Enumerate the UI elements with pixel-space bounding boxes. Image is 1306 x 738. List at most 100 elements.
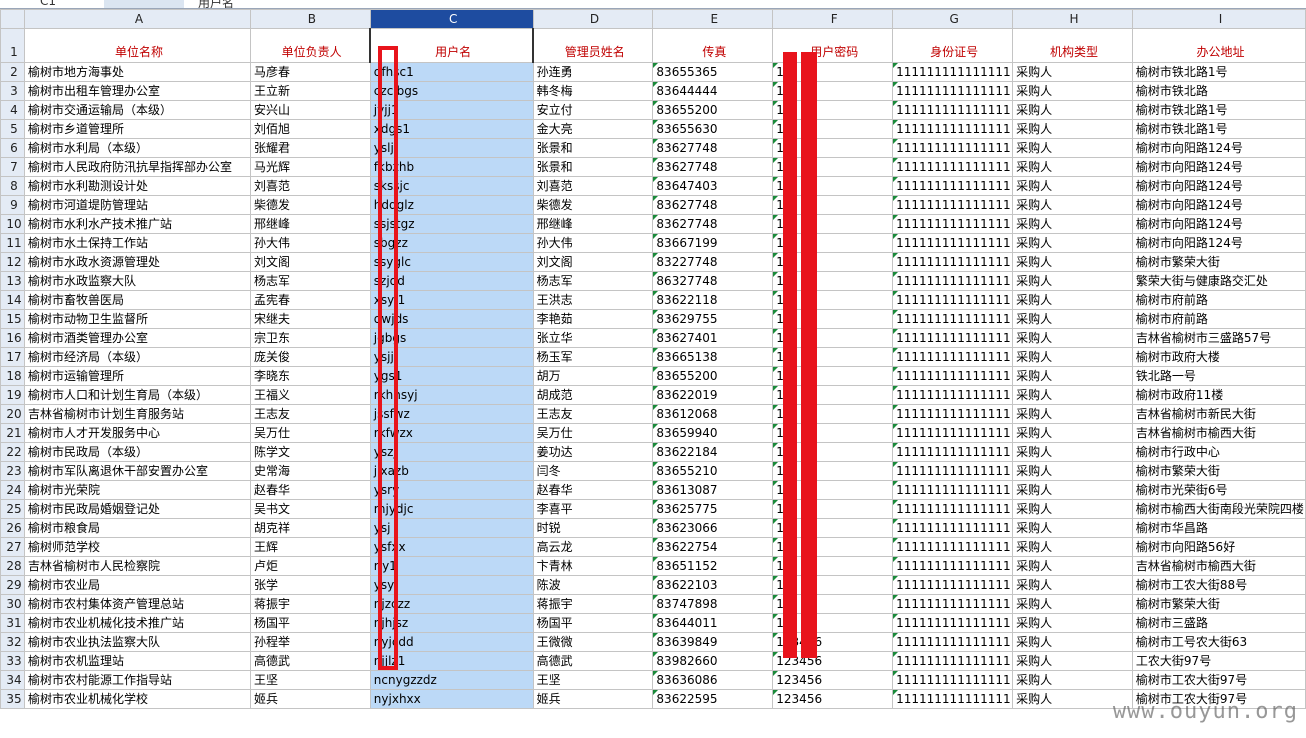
cell-g[interactable]: 111111111111111 [892, 138, 1014, 158]
cell-d[interactable]: 王坚 [532, 670, 654, 690]
cell-a[interactable]: 榆树市水政水资源管理处 [23, 252, 251, 272]
row-header[interactable]: 15 [0, 309, 25, 329]
row-header[interactable]: 8 [0, 176, 25, 196]
cell-h[interactable]: 采购人 [1012, 347, 1133, 367]
cell-a[interactable]: 榆树市河道堤防管理站 [23, 195, 251, 215]
cell-e[interactable]: 83665138 [652, 347, 774, 367]
cell-i[interactable]: 榆树市府前路 [1131, 290, 1306, 310]
cell-h[interactable]: 采购人 [1012, 423, 1133, 443]
cell-d[interactable]: 陈波 [532, 575, 654, 595]
cell-h[interactable]: 采购人 [1012, 442, 1133, 462]
cell-c[interactable]: nyjxhxx [369, 689, 534, 709]
row-header[interactable]: 1 [0, 28, 25, 63]
cell-d[interactable]: 李喜平 [532, 499, 654, 519]
cell-e[interactable]: 83622754 [652, 537, 774, 557]
column-header-b[interactable]: B [249, 9, 371, 29]
cell-d[interactable]: 胡万 [532, 366, 654, 386]
cell-g[interactable]: 111111111111111 [892, 442, 1014, 462]
cell-g[interactable]: 111111111111111 [892, 119, 1014, 139]
cell-e[interactable]: 83627748 [652, 214, 774, 234]
cell-d[interactable]: 杨国平 [532, 613, 654, 633]
cell-a[interactable]: 榆树市畜牧兽医局 [23, 290, 251, 310]
cell-e[interactable]: 83667199 [652, 233, 774, 253]
cell-h[interactable]: 采购人 [1012, 537, 1133, 557]
cell-b[interactable]: 宗卫东 [249, 328, 371, 348]
cell-e[interactable]: 83647403 [652, 176, 774, 196]
cell-e[interactable]: 83613087 [652, 480, 774, 500]
cell-h[interactable]: 采购人 [1012, 62, 1133, 82]
cell-b[interactable]: 吴万仕 [249, 423, 371, 443]
cell-e[interactable]: 83627748 [652, 195, 774, 215]
cell-d[interactable]: 杨玉军 [532, 347, 654, 367]
cell-d[interactable]: 张立华 [532, 328, 654, 348]
row-header[interactable]: 13 [0, 271, 25, 291]
cell-g[interactable]: 111111111111111 [892, 537, 1014, 557]
cell-b[interactable]: 史常海 [249, 461, 371, 481]
column-header-a[interactable]: A [23, 9, 251, 29]
cell-h[interactable]: 采购人 [1012, 252, 1133, 272]
cell-a[interactable]: 榆树市民政局（本级） [23, 442, 251, 462]
cell-a[interactable]: 榆树市水利勘测设计处 [23, 176, 251, 196]
cell-e[interactable]: 83636086 [652, 670, 774, 690]
column-header-h[interactable]: H [1012, 9, 1133, 29]
cell-h[interactable]: 采购人 [1012, 290, 1133, 310]
cell-b[interactable]: 王立新 [249, 81, 371, 101]
column-header-g[interactable]: G [892, 9, 1014, 29]
cell-i[interactable]: 榆树市向阳路124号 [1131, 233, 1306, 253]
row-header[interactable]: 4 [0, 100, 25, 120]
cell-g[interactable]: 111111111111111 [892, 214, 1014, 234]
cell-d[interactable]: 金大亮 [532, 119, 654, 139]
cell-g[interactable]: 111111111111111 [892, 195, 1014, 215]
cell-h[interactable]: 采购人 [1012, 81, 1133, 101]
cell-b[interactable]: 姬兵 [249, 689, 371, 709]
cell-b[interactable]: 安兴山 [249, 100, 371, 120]
row-header[interactable]: 14 [0, 290, 25, 310]
cell-d[interactable]: 高德武 [532, 651, 654, 671]
header-cell[interactable]: 身份证号 [892, 28, 1014, 63]
cell-d[interactable]: 张景和 [532, 157, 654, 177]
cell-b[interactable]: 高德武 [249, 651, 371, 671]
cell-d[interactable]: 邢继峰 [532, 214, 654, 234]
cell-e[interactable]: 83747898 [652, 594, 774, 614]
cell-g[interactable]: 111111111111111 [892, 100, 1014, 120]
cell-h[interactable]: 采购人 [1012, 556, 1133, 576]
cell-b[interactable]: 宋继夫 [249, 309, 371, 329]
cell-b[interactable]: 张学 [249, 575, 371, 595]
cell-h[interactable]: 采购人 [1012, 404, 1133, 424]
cell-g[interactable]: 111111111111111 [892, 252, 1014, 272]
cell-h[interactable]: 采购人 [1012, 385, 1133, 405]
cell-e[interactable]: 83639849 [652, 632, 774, 652]
cell-h[interactable]: 采购人 [1012, 328, 1133, 348]
cell-b[interactable]: 王坚 [249, 670, 371, 690]
cell-g[interactable]: 111111111111111 [892, 309, 1014, 329]
header-cell[interactable]: 管理员姓名 [532, 28, 654, 63]
cell-a[interactable]: 榆树市人口和计划生育局（本级） [23, 385, 251, 405]
cell-e[interactable]: 83625775 [652, 499, 774, 519]
cell-e[interactable]: 86327748 [652, 271, 774, 291]
formula-input[interactable]: 用户名 [198, 0, 234, 8]
cell-h[interactable]: 采购人 [1012, 461, 1133, 481]
cell-g[interactable]: 111111111111111 [892, 404, 1014, 424]
cell-b[interactable]: 卢炬 [249, 556, 371, 576]
cell-b[interactable]: 胡克祥 [249, 518, 371, 538]
row-header[interactable]: 20 [0, 404, 25, 424]
cell-d[interactable]: 孙连勇 [532, 62, 654, 82]
cell-b[interactable]: 赵春华 [249, 480, 371, 500]
cell-e[interactable]: 83655200 [652, 366, 774, 386]
cell-h[interactable]: 采购人 [1012, 480, 1133, 500]
cell-d[interactable]: 安立付 [532, 100, 654, 120]
cell-h[interactable]: 采购人 [1012, 594, 1133, 614]
cell-i[interactable]: 榆树市榆西大街南段光荣院四楼 [1131, 499, 1306, 519]
cell-g[interactable]: 111111111111111 [892, 62, 1014, 82]
cell-a[interactable]: 榆树市乡道管理所 [23, 119, 251, 139]
cell-h[interactable]: 采购人 [1012, 518, 1133, 538]
formula-buttons[interactable] [104, 0, 184, 8]
cell-g[interactable]: 111111111111111 [892, 575, 1014, 595]
cell-d[interactable]: 刘文阁 [532, 252, 654, 272]
header-cell[interactable]: 办公地址 [1131, 28, 1306, 63]
cell-i[interactable]: 榆树市府前路 [1131, 309, 1306, 329]
cell-i[interactable]: 繁荣大街与健康路交汇处 [1131, 271, 1306, 291]
cell-i[interactable]: 榆树市铁北路1号 [1131, 62, 1306, 82]
cell-a[interactable]: 榆树市水土保持工作站 [23, 233, 251, 253]
cell-e[interactable]: 83622118 [652, 290, 774, 310]
